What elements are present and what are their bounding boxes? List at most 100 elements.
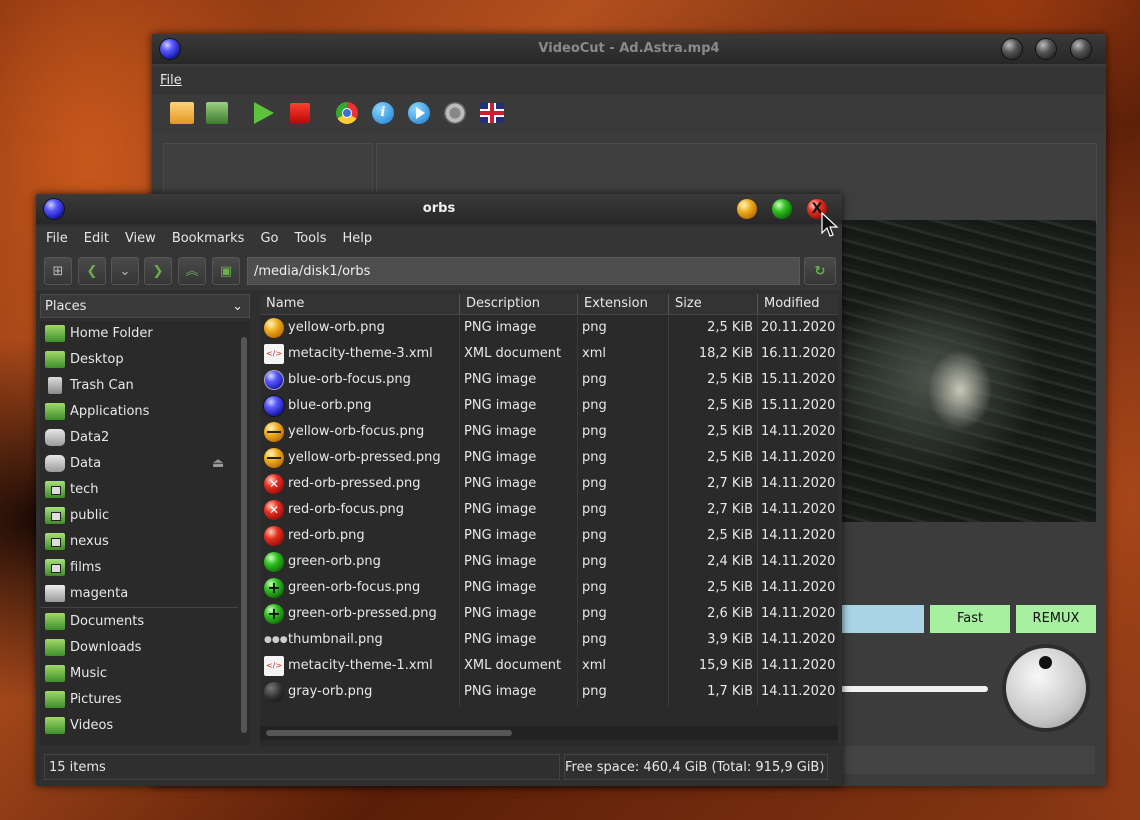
file-row[interactable]: gray-orb.png PNG image png 1,7 KiB 14.11.202… [260, 679, 838, 705]
minimize-button[interactable] [1002, 39, 1022, 59]
videocut-title: VideoCut - Ad.Astra.mp4 [538, 41, 720, 56]
progress-bar-blue [840, 605, 924, 633]
place-downloads[interactable]: Downloads [40, 635, 236, 661]
fast-button[interactable]: Fast [930, 605, 1010, 633]
file-row[interactable]: green-orb.png PNG image png 2,4 KiB 14.11.20… [260, 549, 838, 575]
menu-tools[interactable]: Tools [286, 226, 334, 252]
fm-titlebar[interactable]: orbs X [36, 194, 842, 224]
places-header[interactable]: Places ⌄ [40, 294, 250, 318]
col-extension[interactable]: Extension [578, 294, 669, 314]
col-modified[interactable]: Modified [758, 294, 838, 314]
hscrollbar[interactable] [260, 726, 838, 740]
file-description: PNG image [464, 580, 537, 595]
place-films[interactable]: films [40, 555, 236, 581]
fm-toolbar: ⊞ ❮ ⌄ ❯ ︽ ▣ /media/disk1/orbs ↻ [36, 252, 842, 290]
col-description[interactable]: Description [460, 294, 578, 314]
places-list: Home Folder Desktop Trash Can Applicatio… [40, 321, 238, 745]
videocut-menubar: File [152, 67, 1106, 95]
file-row[interactable]: </> metacity-theme-1.xml XML document xml 15… [260, 653, 838, 679]
place-applications[interactable]: Applications [40, 399, 236, 425]
maximize-button[interactable] [772, 199, 792, 219]
chrome-icon[interactable] [336, 102, 358, 124]
menu-view[interactable]: View [117, 226, 164, 252]
maximize-button[interactable] [1036, 39, 1056, 59]
history-dropdown-button[interactable]: ⌄ [111, 257, 139, 285]
place-desktop[interactable]: Desktop [40, 347, 236, 373]
file-row[interactable]: yellow-orb.png PNG image png 2,5 KiB 20.11.2… [260, 315, 838, 341]
col-name[interactable]: Name [260, 294, 460, 314]
file-extension: png [582, 424, 607, 439]
minimize-button[interactable] [737, 199, 757, 219]
menu-bookmarks[interactable]: Bookmarks [164, 226, 253, 252]
red-orb-icon [264, 526, 284, 546]
play-icon[interactable] [254, 102, 274, 124]
eject-icon[interactable]: ⏏ [212, 451, 224, 477]
file-row[interactable]: red-orb.png PNG image png 2,5 KiB 14.11.2020 [260, 523, 838, 549]
file-row[interactable]: + green-orb-focus.png PNG image png 2,5 KiB 1… [260, 575, 838, 601]
place-data2[interactable]: Data2 [40, 425, 236, 451]
path-input[interactable]: /media/disk1/orbs [247, 257, 800, 285]
home-button[interactable]: ▣ [212, 257, 240, 285]
save-icon[interactable] [206, 102, 228, 124]
settings-icon[interactable] [444, 102, 466, 124]
file-description: PNG image [464, 606, 537, 621]
network-folder-icon [45, 559, 65, 576]
places-scrollbar-thumb[interactable] [241, 337, 247, 733]
language-flag-icon[interactable] [480, 103, 504, 123]
forward-button[interactable]: ❯ [144, 257, 172, 285]
file-row[interactable]: blue-orb-focus.png PNG image png 2,5 KiB 15.… [260, 367, 838, 393]
stop-icon[interactable] [290, 103, 310, 123]
place-public[interactable]: public [40, 503, 236, 529]
volume-dial[interactable] [1006, 648, 1086, 728]
hscrollbar-thumb[interactable] [266, 730, 512, 736]
position-slider[interactable] [840, 686, 988, 692]
file-name: metacity-theme-1.xml [288, 658, 433, 673]
places-scrollbar[interactable] [238, 321, 250, 745]
file-row[interactable]: + green-orb-pressed.png PNG image png 2,6 Ki… [260, 601, 838, 627]
place-documents[interactable]: Documents [40, 609, 236, 635]
file-row[interactable]: ✕ red-orb-focus.png PNG image png 2,7 KiB 14.… [260, 497, 838, 523]
place-videos[interactable]: Videos [40, 713, 236, 739]
blue-orb-icon [264, 396, 284, 416]
place-trash-can[interactable]: Trash Can [40, 373, 236, 399]
file-name: yellow-orb-focus.png [288, 424, 425, 439]
col-size[interactable]: Size [669, 294, 758, 314]
back-button[interactable]: ❮ [78, 257, 106, 285]
menu-file[interactable]: File [152, 67, 190, 95]
new-tab-button[interactable]: ⊞ [44, 257, 72, 285]
disk-icon [45, 429, 65, 446]
file-name: green-orb.png [288, 554, 381, 569]
place-music[interactable]: Music [40, 661, 236, 687]
forward-icon[interactable] [408, 102, 430, 124]
file-row[interactable]: blue-orb.png PNG image png 2,5 KiB 15.11.202… [260, 393, 838, 419]
menu-help[interactable]: Help [335, 226, 381, 252]
menu-go[interactable]: Go [252, 226, 286, 252]
place-magenta[interactable]: magenta [40, 581, 236, 607]
close-button[interactable] [1071, 39, 1091, 59]
file-row[interactable]: </> metacity-theme-3.xml XML document xml 18… [260, 341, 838, 367]
file-row[interactable]: ●●● thumbnail.png PNG image png 3,9 KiB 14.11… [260, 627, 838, 653]
file-row[interactable]: ✕ red-orb-pressed.png PNG image png 2,7 KiB 1… [260, 471, 838, 497]
place-home-folder[interactable]: Home Folder [40, 321, 236, 347]
remux-button[interactable]: REMUX [1016, 605, 1096, 633]
file-description: PNG image [464, 684, 537, 699]
place-pictures[interactable]: Pictures [40, 687, 236, 713]
place-nexus[interactable]: nexus [40, 529, 236, 555]
file-row[interactable]: yellow-orb-pressed.png PNG image png 2,5 Ki… [260, 445, 838, 471]
file-modified: 14.11.2020 [761, 502, 836, 517]
network-folder-icon [45, 533, 65, 550]
go-button[interactable]: ↻ [804, 257, 836, 285]
place-data[interactable]: Data ⏏ [40, 451, 236, 477]
up-button[interactable]: ︽ [178, 257, 206, 285]
videocut-titlebar[interactable]: VideoCut - Ad.Astra.mp4 [152, 34, 1106, 64]
file-description: PNG image [464, 476, 537, 491]
file-name: green-orb-focus.png [288, 580, 421, 595]
file-row[interactable]: yellow-orb-focus.png PNG image png 2,5 KiB 1… [260, 419, 838, 445]
menu-file[interactable]: File [38, 226, 76, 252]
open-folder-icon[interactable] [170, 102, 194, 124]
file-name: yellow-orb.png [288, 320, 385, 335]
file-modified: 14.11.2020 [761, 528, 836, 543]
info-icon[interactable]: i [372, 102, 394, 124]
place-tech[interactable]: tech [40, 477, 236, 503]
menu-edit[interactable]: Edit [76, 226, 117, 252]
